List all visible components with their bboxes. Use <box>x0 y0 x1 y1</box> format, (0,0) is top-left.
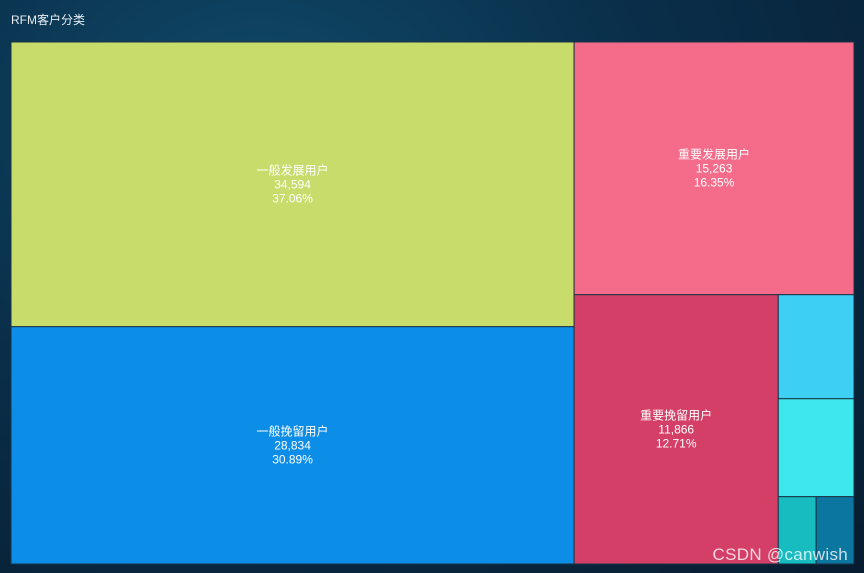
treemap-cell[interactable] <box>777 398 855 498</box>
treemap-label-name: 重要发展用户 <box>678 146 750 161</box>
treemap-label-percent: 30.89% <box>272 452 313 466</box>
treemap-label-value: 15,263 <box>696 161 733 175</box>
treemap-label-name: 一般发展用户 <box>257 162 329 177</box>
treemap-cell[interactable]: 一般挽留用户28,83430.89% <box>10 326 575 565</box>
treemap-label-name: 一般挽留用户 <box>257 423 329 438</box>
treemap-label-percent: 12.71% <box>656 436 697 450</box>
treemap-cell[interactable]: 重要挽留用户11,86612.71% <box>573 294 779 565</box>
treemap-label-percent: 16.35% <box>694 175 735 189</box>
treemap-cell[interactable]: 一般发展用户34,59437.06% <box>10 41 575 328</box>
treemap-label-name: 重要挽留用户 <box>640 407 712 422</box>
treemap-cell[interactable]: 重要发展用户15,26316.35% <box>573 41 855 296</box>
treemap-rect[interactable] <box>777 398 855 498</box>
treemap-label-percent: 37.06% <box>272 191 313 205</box>
treemap-label-value: 11,866 <box>658 422 694 436</box>
treemap-cell[interactable] <box>777 294 855 400</box>
treemap-chart: 一般发展用户34,59437.06%一般挽留用户28,83430.89%重要发展… <box>10 41 855 565</box>
treemap-label-value: 34,594 <box>274 177 311 191</box>
watermark: CSDN @canwish <box>712 545 848 564</box>
treemap-label-value: 28,834 <box>274 438 311 452</box>
treemap-rect[interactable] <box>777 294 855 400</box>
